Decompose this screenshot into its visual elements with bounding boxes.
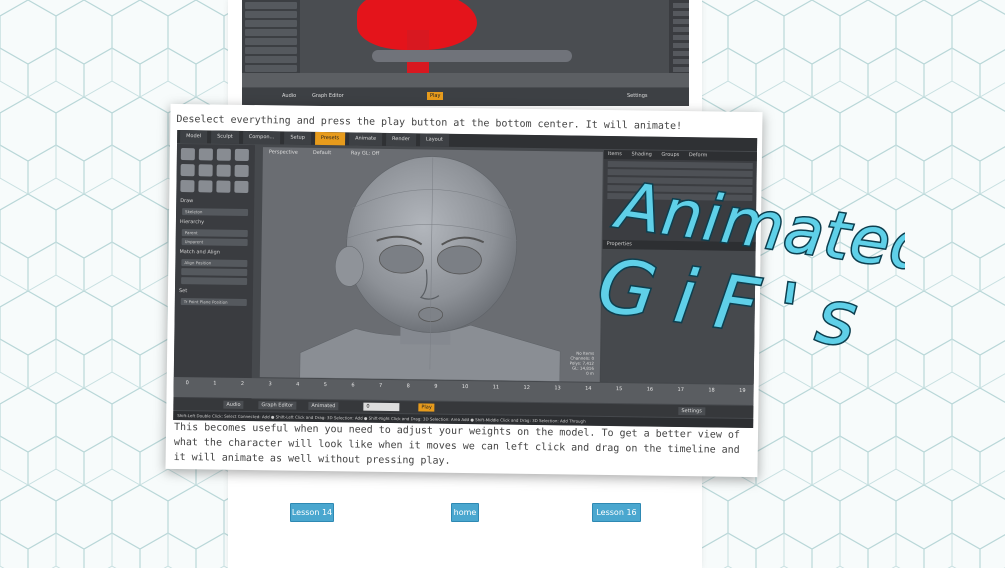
3d-viewport: Perspective Default Ray GL: Off No Items… [259,147,603,382]
tools-button-parent: Parent [181,229,248,237]
tick: 17 [677,386,684,394]
viewport-info-line: 0 m [586,370,594,376]
character-model [299,156,561,382]
tick: 6 [351,382,355,389]
tab-model: Model [180,130,208,144]
next-lesson-button[interactable]: Lesson 16 [592,503,641,522]
back-settings-label: Settings [627,93,648,99]
tick: 14 [585,385,592,392]
tool-icon [198,180,213,193]
prev-lesson-button[interactable]: Lesson 14 [290,503,334,522]
tool-icon [216,148,231,161]
tick: 19 [739,387,746,394]
tool-panel: Draw Skeleton Hierarchy Parent Unparent … [173,143,256,408]
tick: 1 [213,380,217,387]
back-play-button: Play [427,92,444,100]
tab-presets: Presets [314,131,346,146]
tool-icon [216,180,231,193]
tab-animate: Animate [349,132,383,146]
tick: 16 [646,386,654,393]
tool-icon [180,164,195,177]
tools-section-draw: Draw [180,198,194,205]
caption-top: Deselect everything and press the play b… [176,113,683,133]
tools-button-tr-point: Tr Point Plane Position [180,298,247,306]
tick: 7 [378,382,383,389]
tool-icon [234,164,249,177]
tools-button-align: Align Position [181,259,248,267]
tools-button-blank [181,277,248,285]
tick: 4 [296,381,300,388]
graph-editor-chip: Graph Editor [258,401,297,410]
tick: 15 [615,386,623,393]
tab-setup: Setup [284,131,311,145]
previous-screenshot: Audio Graph Editor Play Settings [242,0,689,106]
tool-icon [198,164,213,177]
tick: 18 [708,387,715,394]
tool-icon [216,164,231,177]
tab-layout: Layout [419,133,449,147]
back-timeline [242,73,689,87]
tick: 13 [554,385,561,392]
back-graph-label: Graph Editor [312,93,344,99]
shoulder-mesh [372,50,572,62]
tick: 3 [268,381,272,388]
tool-icon [234,148,249,161]
tab-sculpt: Sculpt [211,130,239,144]
tick: 10 [461,383,469,391]
tools-button-blank [181,268,248,276]
back-audio-label: Audio [282,93,297,99]
tools-button-unparent: Unparent [181,238,248,246]
animated-chip: Animated [308,401,339,411]
tick: 0 [185,380,189,387]
tool-icon [180,180,195,193]
tool-icon [180,148,195,161]
tick: 11 [492,384,500,391]
tick: 5 [323,382,328,389]
tab-render: Render [385,132,416,147]
tool-icon [234,180,249,193]
tick: 12 [523,384,530,391]
audio-chip: Audio [223,400,244,409]
tab-compon: Compon... [242,130,281,145]
caption-bottom: This becomes useful when you need to adj… [173,421,741,467]
tools-section-hierarchy: Hierarchy [179,219,205,226]
tool-icon [198,148,213,161]
home-button[interactable]: home [451,503,479,522]
tick: 9 [434,383,438,390]
tools-button-skeleton: Skeleton [182,208,249,216]
play-button: Play [418,403,435,412]
tools-section-set: Set [178,288,188,295]
tick: 8 [406,383,410,390]
tool-icon-grid [176,144,255,197]
settings-chip: Settings [678,407,705,416]
back-toolbar: Audio Graph Editor Play Settings [242,88,689,106]
frame-field: 0 [363,402,400,412]
tick: 2 [240,380,245,387]
animated-gifs-title: Animated GiF's [591,167,905,360]
tools-section-match: Match and Align [179,249,220,256]
